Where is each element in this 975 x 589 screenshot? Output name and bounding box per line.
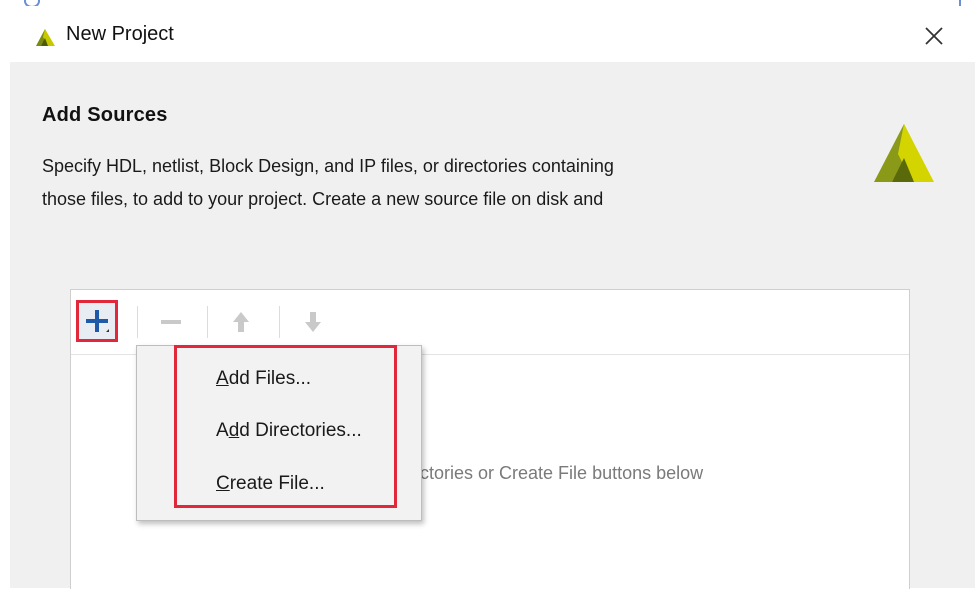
title-bar: New Project xyxy=(0,6,975,58)
description-line-2: those files, to add to your project. Cre… xyxy=(42,189,604,209)
menu-item-mnemonic: C xyxy=(216,473,230,494)
move-down-button[interactable] xyxy=(295,302,331,342)
menu-item-mnemonic: A xyxy=(216,368,229,389)
toolbar-separator xyxy=(279,306,280,338)
vivado-brand-logo-icon xyxy=(870,118,936,186)
window-title: New Project xyxy=(66,23,174,45)
menu-item-add-files[interactable]: Add Files... xyxy=(216,368,311,390)
menu-item-label: reate File... xyxy=(229,473,325,494)
empty-list-hint: ectories or Create File buttons below xyxy=(410,463,704,483)
menu-item-label: d Directories... xyxy=(239,420,362,441)
menu-item-add-directories[interactable]: Add Directories... xyxy=(216,420,362,442)
menu-item-label: dd Files... xyxy=(228,368,312,389)
minus-icon xyxy=(161,320,181,324)
remove-source-button[interactable] xyxy=(153,302,189,342)
page-description: Specify HDL, netlist, Block Design, and … xyxy=(42,150,832,216)
arrow-down-icon xyxy=(305,312,321,332)
arrow-up-icon xyxy=(233,312,249,332)
toolbar-separator xyxy=(207,306,208,338)
menu-item-mnemonic: d xyxy=(228,420,240,441)
page-title: Add Sources xyxy=(42,104,168,126)
toolbar-separator xyxy=(137,306,138,338)
vivado-logo-icon xyxy=(34,26,56,48)
plus-icon xyxy=(86,310,109,332)
move-up-button[interactable] xyxy=(223,302,259,342)
close-icon xyxy=(925,27,943,45)
add-sources-button[interactable] xyxy=(76,300,118,342)
description-line-1: Specify HDL, netlist, Block Design, and … xyxy=(42,156,614,176)
menu-item-create-file[interactable]: Create File... xyxy=(216,473,325,495)
close-button[interactable] xyxy=(916,18,952,54)
menu-item-label: A xyxy=(216,420,229,441)
